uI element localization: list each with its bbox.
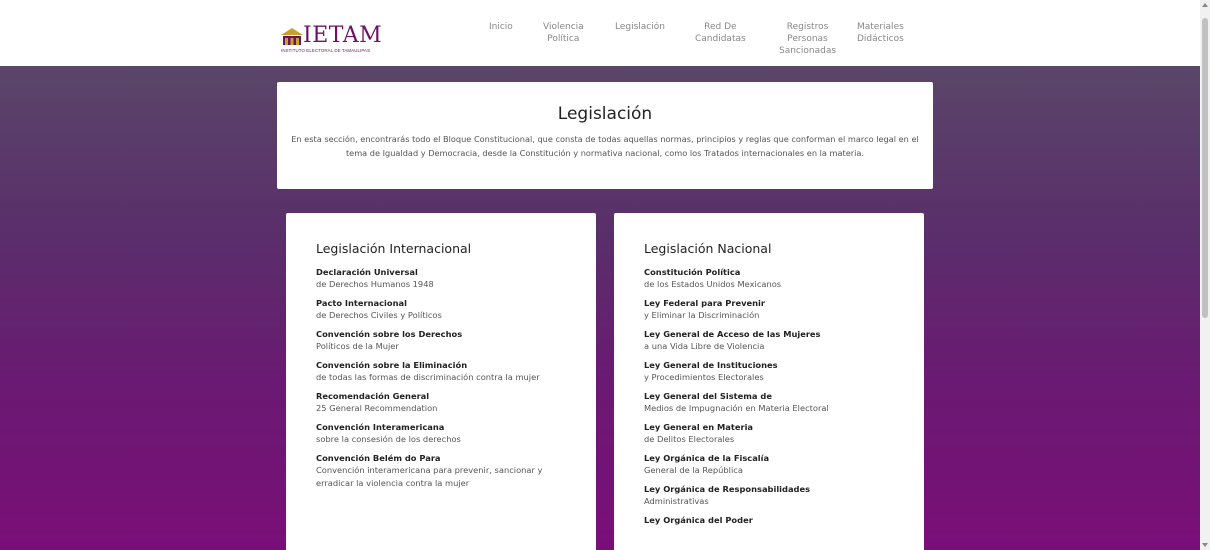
- national-title: Legislación Nacional: [644, 241, 772, 256]
- item-subtitle: a una Vida Libre de Violencia: [644, 341, 765, 351]
- nav-inicio[interactable]: Inicio: [489, 21, 513, 33]
- item-title: Convención sobre la Eliminación: [316, 360, 468, 370]
- item-title: Ley Orgánica de Responsabilidades: [644, 484, 811, 494]
- item-subtitle: de Derechos Civiles y Políticos: [316, 310, 442, 320]
- item-title: Ley Federal para Prevenir: [644, 298, 765, 308]
- list-item[interactable]: Convención sobre la Eliminación de todas …: [316, 359, 566, 384]
- item-subtitle: Convención interamericana para prevenir,…: [316, 465, 543, 488]
- list-item[interactable]: Declaración Universal de Derechos Humanos…: [316, 266, 566, 291]
- item-title: Ley General en Materia: [644, 422, 754, 432]
- nav-red-de-candidatas[interactable]: Red De Candidatas: [695, 21, 746, 45]
- list-item[interactable]: Ley General del Sistema de Medios de Impu…: [644, 390, 894, 415]
- list-item[interactable]: Ley Orgánica del Poder: [644, 514, 894, 526]
- nav-registros-personas-sancionadas[interactable]: Registros Personas Sancionadas: [779, 21, 836, 57]
- nav-legislacion[interactable]: Legislación: [615, 21, 665, 33]
- item-title: Ley Orgánica de la Fiscalía: [644, 453, 770, 463]
- item-title: Pacto Internacional: [316, 298, 407, 308]
- item-subtitle: General de la República: [644, 465, 743, 475]
- list-item[interactable]: Recomendación General 25 General Recommen…: [316, 390, 566, 415]
- item-title: Ley General del Sistema de: [644, 391, 772, 401]
- intro-card: Legislación En esta sección, encontrarás…: [277, 82, 933, 189]
- item-subtitle: y Eliminar la Discriminación: [644, 310, 760, 320]
- international-legislation-card: Legislación Internacional Declaración Un…: [286, 213, 596, 550]
- list-item[interactable]: Ley General de Instituciones y Procedimie…: [644, 359, 894, 384]
- list-item[interactable]: Ley General de Acceso de las Mujeres a un…: [644, 328, 894, 353]
- scroll-down-icon[interactable]: [1202, 543, 1208, 547]
- item-title: Constitución Política: [644, 267, 741, 277]
- item-subtitle: Medios de Impugnación en Materia Elector…: [644, 403, 829, 413]
- item-title: Convención Belém do Para: [316, 453, 441, 463]
- site-header: IETAM INSTITUTO ELECTORAL DE TAMAULIPAS …: [0, 0, 1200, 66]
- list-item[interactable]: Ley Orgánica de la Fiscalía General de la…: [644, 452, 894, 477]
- building-icon: [281, 28, 303, 45]
- international-title: Legislación Internacional: [316, 241, 472, 256]
- page-title: Legislación: [557, 104, 653, 124]
- item-title: Ley General de Instituciones: [644, 360, 778, 370]
- item-subtitle: 25 General Recommendation: [316, 403, 438, 413]
- logo-text: IETAM: [303, 23, 383, 48]
- list-item[interactable]: Ley Federal para Prevenir y Eliminar la D…: [644, 297, 894, 322]
- list-item[interactable]: Ley Orgánica de Responsabilidades Adminis…: [644, 483, 894, 508]
- scroll-up-icon[interactable]: [1202, 3, 1208, 7]
- item-subtitle: Políticos de la Mujer: [316, 341, 399, 351]
- item-subtitle: de todas las formas de discriminación co…: [316, 372, 540, 382]
- item-subtitle: de los Estados Unidos Mexicanos: [644, 279, 782, 289]
- intro-text: En esta sección, encontrarás todo el Blo…: [291, 134, 919, 158]
- logo-subtitle: INSTITUTO ELECTORAL DE TAMAULIPAS: [281, 48, 371, 53]
- nav-violencia-politica[interactable]: Violencia Política: [543, 21, 584, 45]
- scrollbar-thumb[interactable]: [1202, 18, 1208, 318]
- list-item[interactable]: Convención Interamericana sobre la conses…: [316, 421, 566, 446]
- item-subtitle: de Derechos Humanos 1948: [316, 279, 434, 289]
- item-title: Ley General de Acceso de las Mujeres: [644, 329, 821, 339]
- item-subtitle: sobre la consesión de los derechos: [316, 434, 461, 444]
- item-title: Declaración Universal: [316, 267, 418, 277]
- item-title: Ley Orgánica del Poder: [644, 515, 753, 525]
- list-item[interactable]: Convención Belém do Para Convención inter…: [316, 452, 566, 490]
- national-legislation-card: Legislación Nacional Constitución Políti…: [614, 213, 924, 550]
- vertical-scrollbar[interactable]: [1200, 0, 1210, 550]
- list-item[interactable]: Constitución Política de los Estados Unid…: [644, 266, 894, 291]
- item-subtitle: de Delitos Electorales: [644, 434, 735, 444]
- list-item[interactable]: Pacto Internacional de Derechos Civiles y…: [316, 297, 566, 322]
- nav-materiales-didacticos[interactable]: Materiales Didácticos: [857, 21, 904, 45]
- item-subtitle: Administrativas: [644, 496, 709, 506]
- list-item[interactable]: Ley General en Materia de Delitos Elector…: [644, 421, 894, 446]
- item-title: Recomendación General: [316, 391, 430, 401]
- item-subtitle: y Procedimientos Electorales: [644, 372, 764, 382]
- item-title: Convención Interamericana: [316, 422, 445, 432]
- list-item[interactable]: Convención sobre los Derechos Políticos d…: [316, 328, 566, 353]
- item-title: Convención sobre los Derechos: [316, 329, 463, 339]
- ietam-logo[interactable]: IETAM INSTITUTO ELECTORAL DE TAMAULIPAS: [281, 23, 401, 61]
